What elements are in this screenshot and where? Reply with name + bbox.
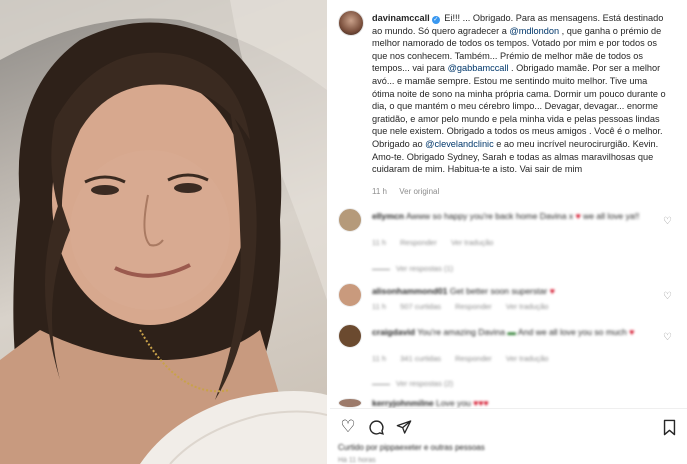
comment-body-cont: And we all love you so much xyxy=(516,327,627,337)
comment-body: Awww so happy you're back home Davina x xyxy=(405,211,574,221)
post-photo xyxy=(0,0,327,464)
comment-likes[interactable]: 341 curtidas xyxy=(400,354,441,363)
comment-time: 11 h xyxy=(372,302,387,311)
comment-icon[interactable] xyxy=(366,417,386,437)
post-timestamp: Há 11 horas xyxy=(338,457,376,464)
reply-button[interactable]: Responder xyxy=(455,354,492,363)
comment-time: 11 h xyxy=(372,354,387,363)
red-heart-icon: ♥ xyxy=(549,286,555,296)
post-sidebar: davinamccall ✓ Ei!!! ... Obrigado. Para a… xyxy=(330,0,687,464)
caption-segment: . Obrigado mamãe. Por ser a melhor avó..… xyxy=(372,63,666,149)
commenter-avatar[interactable] xyxy=(338,398,362,408)
author-avatar[interactable] xyxy=(338,10,364,36)
heart-outline-icon[interactable]: ♡ xyxy=(338,417,358,437)
comment-text: alisonhammond01 Get better soon supersta… xyxy=(372,286,642,298)
commenter-username[interactable]: craigdavid xyxy=(372,327,415,337)
bookmark-icon[interactable] xyxy=(659,417,679,437)
comment-meta: 11 h 507 curtidas Responder Ver tradução xyxy=(372,302,560,311)
commenter-avatar[interactable] xyxy=(338,283,362,307)
see-translation-link[interactable]: Ver tradução xyxy=(451,238,494,247)
flag-emoji-icon: ▬ xyxy=(507,327,517,337)
comment-meta: 11 h Responder Ver tradução xyxy=(372,238,505,247)
comment-body: Love you xyxy=(436,398,471,408)
view-replies-button[interactable]: Ver respostas (2) xyxy=(372,379,453,388)
liked-by-text[interactable]: Curtido por pippaexeter e outras pessoas xyxy=(338,443,485,452)
comment-text: craigdavid You're amazing Davina ▬ And w… xyxy=(372,327,642,339)
commenter-username[interactable]: alisonhammond01 xyxy=(372,286,447,296)
action-bar: ♡ Curtido por pippaexeter e outras pesso… xyxy=(330,408,687,464)
verified-badge-icon: ✓ xyxy=(431,16,440,24)
comment-time: 11 h xyxy=(372,238,387,247)
see-original-link[interactable]: Ver original xyxy=(399,187,439,196)
comment-body-cont: we all love ya!! xyxy=(580,211,640,221)
reply-button[interactable]: Responder xyxy=(400,238,437,247)
mention-link[interactable]: @mdlondon xyxy=(509,26,559,36)
comment-body: You're amazing Davina xyxy=(417,327,506,337)
caption-text: davinamccall ✓ Ei!!! ... Obrigado. Para a… xyxy=(372,12,672,176)
mention-link[interactable]: @gabbamccall xyxy=(448,63,509,73)
commenter-avatar[interactable] xyxy=(338,324,362,348)
like-comment-icon[interactable]: ♡ xyxy=(663,332,672,343)
selfie-image xyxy=(0,0,327,464)
share-icon[interactable] xyxy=(394,417,414,437)
reply-button[interactable]: Responder xyxy=(455,302,492,311)
red-heart-icon: ♥ xyxy=(629,327,635,337)
mention-link[interactable]: @clevelandclinic xyxy=(425,139,494,149)
comment-meta: 11 h 341 curtidas Responder Ver tradução xyxy=(372,354,560,363)
commenter-avatar[interactable] xyxy=(338,208,362,232)
commenter-username[interactable]: kerryjohnmilne xyxy=(372,398,434,408)
caption-meta: 11 h Ver original xyxy=(372,187,449,196)
view-replies-button[interactable]: Ver respostas (1) xyxy=(372,264,453,273)
see-translation-link[interactable]: Ver tradução xyxy=(506,302,549,311)
comment-likes[interactable]: 507 curtidas xyxy=(400,302,441,311)
like-comment-icon[interactable]: ♡ xyxy=(663,291,672,302)
see-translation-link[interactable]: Ver tradução xyxy=(506,354,549,363)
comment-body: Get better soon superstar xyxy=(449,286,548,296)
commenter-username[interactable]: ellymcn xyxy=(372,211,404,221)
comment-text: ellymcn Awww so happy you're back home D… xyxy=(372,211,642,223)
like-comment-icon[interactable]: ♡ xyxy=(663,216,672,227)
red-heart-icon: ♥♥♥ xyxy=(473,398,489,408)
author-username[interactable]: davinamccall xyxy=(372,13,430,23)
caption-time: 11 h xyxy=(372,187,387,196)
